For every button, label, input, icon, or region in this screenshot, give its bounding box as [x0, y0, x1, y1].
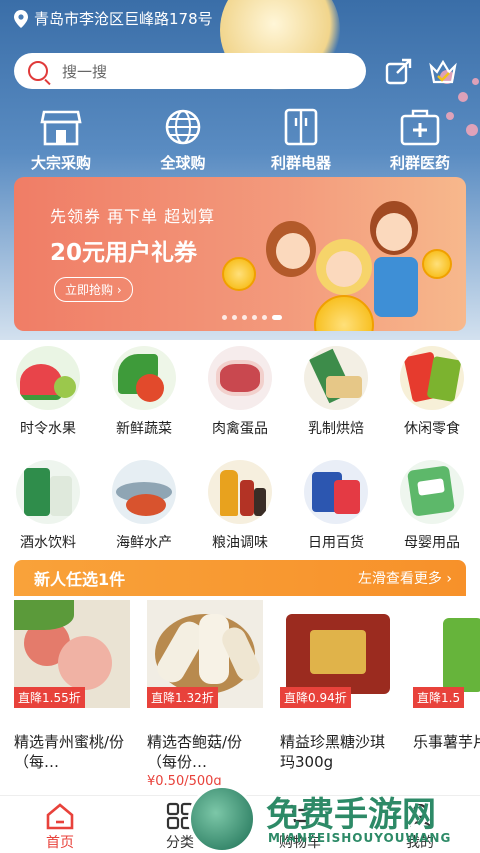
- cartoon-body: [374, 257, 418, 317]
- search-icon: [28, 61, 48, 81]
- watermark-title: 免费手游网: [266, 795, 436, 835]
- medicine-kit-icon: [400, 109, 440, 146]
- product-name: 精选杏鲍菇/份（每份…: [147, 733, 243, 771]
- grid-item-fruit[interactable]: 时令水果: [0, 346, 96, 438]
- new-user-title: 新人任选1件: [34, 570, 126, 589]
- grid-item-label: 海鲜水产: [116, 535, 172, 551]
- product-image-sachima: 直降0.94折: [280, 600, 396, 708]
- grid-item-label: 新鲜蔬菜: [116, 421, 172, 437]
- new-user-section-header: 新人任选1件 左滑查看更多 ›: [14, 560, 466, 596]
- cartoon-face: [326, 251, 362, 287]
- beer-icon: [16, 460, 80, 524]
- grid-item-label: 粮油调味: [212, 535, 268, 551]
- grid-item-seafood[interactable]: 海鲜水产: [96, 460, 192, 552]
- see-more-link[interactable]: 左滑查看更多 ›: [358, 568, 452, 588]
- seafood-icon: [112, 460, 176, 524]
- grid-item-drinks[interactable]: 酒水饮料: [0, 460, 96, 552]
- grid-item-label: 母婴用品: [404, 535, 460, 551]
- product-card[interactable]: 直降1.5 乐事薯芋片沁: [413, 600, 480, 752]
- banner-cta-button[interactable]: 立即抢购 ›: [54, 277, 133, 302]
- category-label: 全球购: [160, 154, 206, 172]
- grid-item-label: 酒水饮料: [20, 535, 76, 551]
- home-icon: [46, 803, 74, 830]
- grid-item-vegetable[interactable]: 新鲜蔬菜: [96, 346, 192, 438]
- grid-item-dairy[interactable]: 乳制烘焙: [288, 346, 384, 438]
- product-name: 精益珍黑糖沙琪玛300g: [280, 733, 386, 771]
- grid-item-snacks[interactable]: 休闲零食: [384, 346, 480, 438]
- product-image-peach: 直降1.55折: [14, 600, 130, 708]
- grid-item-label: 乳制烘焙: [308, 421, 364, 437]
- dairy-icon: [304, 346, 368, 410]
- category-bulk-purchase[interactable]: 大宗采购: [6, 108, 116, 173]
- grid-item-label: 肉禽蛋品: [212, 421, 268, 437]
- pagination-dot[interactable]: [222, 315, 227, 320]
- meat-icon: [208, 346, 272, 410]
- tab-home[interactable]: 首页: [12, 802, 108, 852]
- location-pin-icon: [14, 9, 28, 28]
- grid-item-label: 日用百货: [308, 535, 364, 551]
- watermark-subtitle: MIANFEISHOUYOUWANG: [268, 831, 452, 845]
- watermark: 免费手游网 MIANFEISHOUYOUWANG: [188, 785, 480, 853]
- category-medicine[interactable]: 利群医药: [365, 108, 475, 173]
- banner-line1: 先领券 再下单 超划算: [50, 207, 216, 226]
- vip-crown-icon[interactable]: [428, 56, 458, 86]
- cartoon-face: [276, 233, 310, 269]
- share-icon[interactable]: [384, 56, 414, 86]
- oil-icon: [208, 460, 272, 524]
- product-name: 精选青州蜜桃/份（每…: [14, 733, 125, 771]
- banner-pagination: [222, 315, 282, 320]
- blossom-decoration: [458, 92, 468, 102]
- pagination-dot[interactable]: [232, 315, 237, 320]
- grid-item-meat[interactable]: 肉禽蛋品: [192, 346, 288, 438]
- grid-item-grain-oil[interactable]: 粮油调味: [192, 460, 288, 552]
- grid-item-daily-goods[interactable]: 日用百货: [288, 460, 384, 552]
- app-home: 青岛市李沧区巨峰路178号 搜一搜 大宗采购 全球购 利群电器 利群医药 先领券…: [0, 0, 480, 853]
- cartoon-face: [376, 213, 412, 251]
- store-icon: [40, 110, 82, 146]
- watermelon-icon: [16, 346, 80, 410]
- grid-item-label: 时令水果: [20, 421, 76, 437]
- snack-icon: [400, 346, 464, 410]
- pagination-dot[interactable]: [272, 315, 282, 320]
- banner-line2: 20元用户礼券: [50, 240, 198, 266]
- search-placeholder: 搜一搜: [62, 62, 108, 81]
- promo-banner[interactable]: 先领券 再下单 超划算 20元用户礼券 立即抢购 ›: [14, 177, 466, 331]
- coin-decoration: [422, 249, 452, 279]
- product-card[interactable]: 直降1.55折 精选青州蜜桃/份（每…: [14, 600, 132, 772]
- tab-label: 首页: [46, 835, 74, 851]
- fridge-icon: [284, 108, 318, 146]
- daily-goods-icon: [304, 460, 368, 524]
- product-image-chips: 直降1.5: [413, 600, 480, 708]
- globe-icon: [165, 109, 201, 145]
- category-appliances[interactable]: 利群电器: [246, 108, 356, 173]
- search-input[interactable]: 搜一搜: [14, 53, 366, 89]
- product-card[interactable]: 直降0.94折 精益珍黑糖沙琪玛300g: [280, 600, 398, 772]
- category-label: 利群电器: [270, 154, 331, 172]
- pagination-dot[interactable]: [252, 315, 257, 320]
- product-name: 乐事薯芋片沁: [413, 733, 480, 751]
- coin-decoration: [314, 295, 374, 331]
- pagination-dot[interactable]: [262, 315, 267, 320]
- category-global[interactable]: 全球购: [128, 108, 238, 173]
- watermark-logo: [188, 785, 256, 853]
- coin-decoration: [222, 257, 256, 291]
- discount-badge: 直降1.55折: [14, 687, 85, 708]
- discount-badge: 直降0.94折: [280, 687, 351, 708]
- blossom-decoration: [472, 78, 479, 85]
- product-card[interactable]: 直降1.32折 精选杏鲍菇/份（每份… ¥0.50/500g: [147, 600, 265, 789]
- discount-badge: 直降1.5: [413, 687, 465, 708]
- grid-item-label: 休闲零食: [404, 421, 460, 437]
- discount-badge: 直降1.32折: [147, 687, 218, 708]
- baby-goods-icon: [400, 460, 464, 524]
- pagination-dot[interactable]: [242, 315, 247, 320]
- product-image-mushroom: 直降1.32折: [147, 600, 263, 708]
- location-text: 青岛市李沧区巨峰路178号: [34, 10, 213, 28]
- category-label: 大宗采购: [30, 154, 91, 172]
- grid-item-baby-goods[interactable]: 母婴用品: [384, 460, 480, 552]
- location-bar[interactable]: 青岛市李沧区巨峰路178号: [14, 8, 213, 29]
- category-label: 利群医药: [389, 154, 450, 172]
- category-shortcuts: 大宗采购 全球购 利群电器 利群医药: [0, 108, 480, 172]
- vegetable-icon: [112, 346, 176, 410]
